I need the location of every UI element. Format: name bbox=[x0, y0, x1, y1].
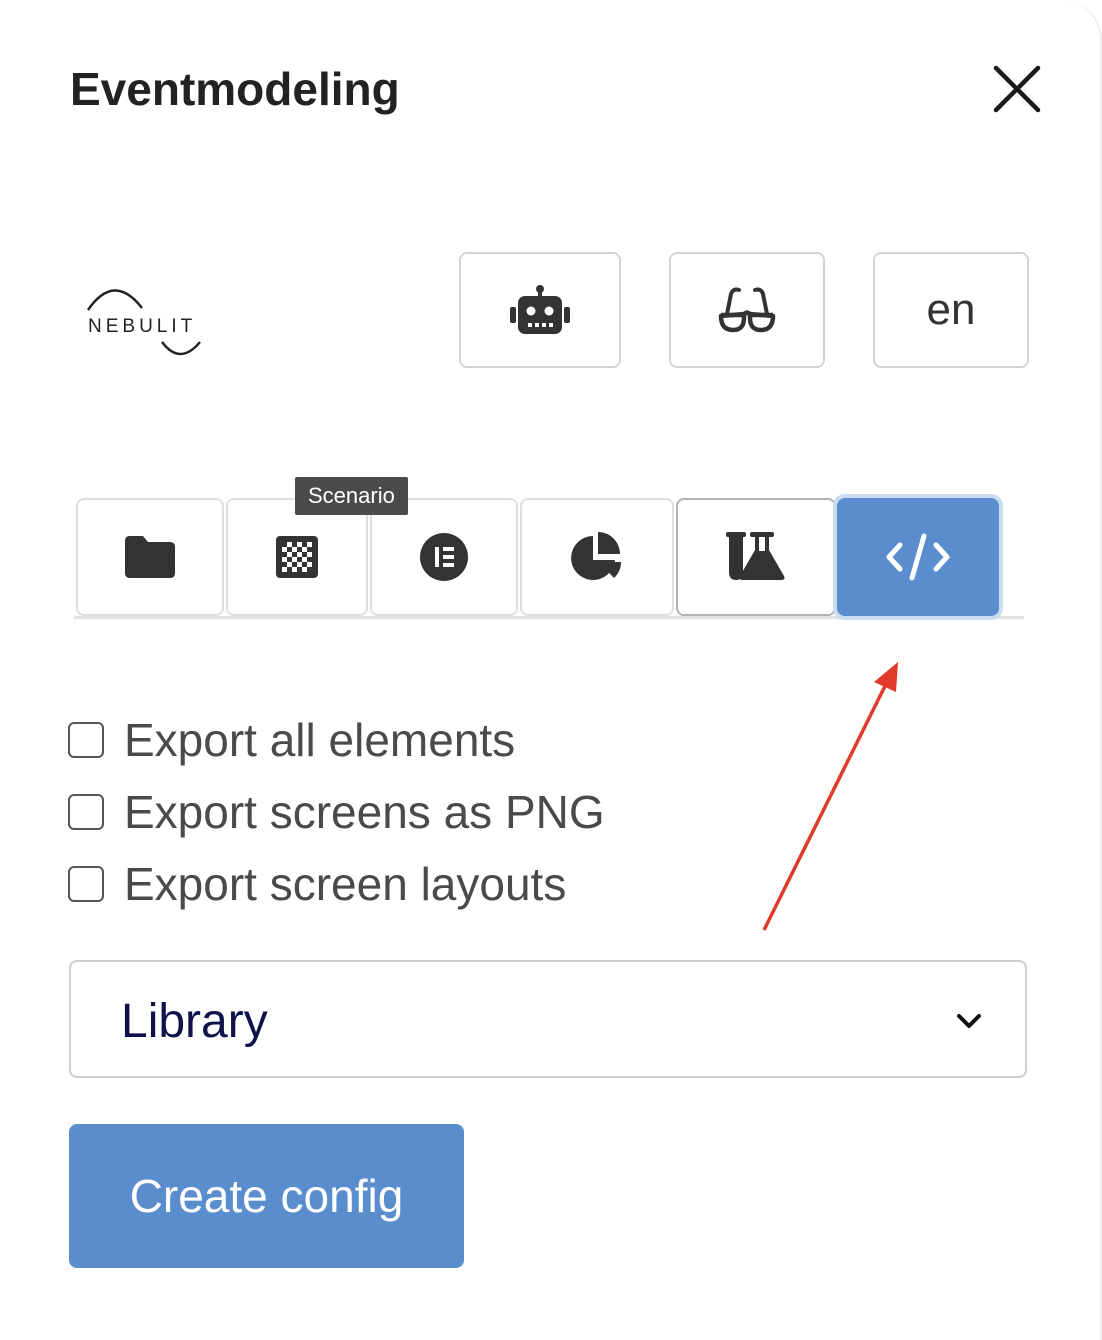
create-config-button[interactable]: Create config bbox=[69, 1124, 464, 1268]
close-icon bbox=[993, 65, 1041, 113]
tab-code-export[interactable] bbox=[837, 498, 999, 616]
language-label: en bbox=[926, 285, 976, 334]
pie-chart-icon bbox=[571, 532, 621, 580]
glasses-icon bbox=[718, 287, 776, 333]
robot-icon bbox=[510, 285, 570, 334]
language-button[interactable]: en bbox=[873, 252, 1029, 368]
checkerboard-icon bbox=[276, 536, 318, 578]
tab-scenario[interactable] bbox=[226, 498, 368, 616]
tab-analytics[interactable] bbox=[520, 498, 674, 616]
export-screens-png-option[interactable]: Export screens as PNG bbox=[68, 785, 605, 839]
export-screens-png-checkbox[interactable] bbox=[68, 794, 104, 830]
chevron-down-icon bbox=[957, 1014, 981, 1028]
export-screens-png-label: Export screens as PNG bbox=[124, 786, 605, 838]
export-all-elements-checkbox[interactable] bbox=[68, 722, 104, 758]
folder-icon bbox=[125, 536, 175, 578]
tab-files[interactable] bbox=[76, 498, 224, 616]
ai-assistant-button[interactable] bbox=[459, 252, 621, 368]
scenario-tooltip: Scenario bbox=[295, 477, 408, 515]
export-screen-layouts-label: Export screen layouts bbox=[124, 858, 567, 910]
nebulit-logo: NEBULIT bbox=[84, 284, 208, 360]
export-screen-layouts-checkbox[interactable] bbox=[68, 866, 104, 902]
panel-title: Eventmodeling bbox=[70, 63, 400, 115]
tabs-underline bbox=[74, 616, 1024, 619]
close-button[interactable] bbox=[992, 64, 1042, 114]
view-mode-button[interactable] bbox=[669, 252, 825, 368]
flask-icon bbox=[726, 532, 785, 580]
export-all-elements-label: Export all elements bbox=[124, 714, 516, 766]
list-circle-icon bbox=[420, 533, 468, 581]
tab-outline[interactable] bbox=[370, 498, 518, 616]
export-type-select[interactable]: Library bbox=[69, 960, 1027, 1078]
export-screen-layouts-option[interactable]: Export screen layouts bbox=[68, 857, 566, 911]
select-value: Library bbox=[121, 995, 268, 1048]
logo-wordmark: NEBULIT bbox=[88, 316, 197, 337]
export-all-elements-option[interactable]: Export all elements bbox=[68, 713, 515, 767]
settings-panel: Eventmodeling NEBULIT en Scenario Export… bbox=[0, 0, 1102, 1340]
tab-tests[interactable] bbox=[676, 498, 836, 616]
code-icon bbox=[886, 533, 950, 581]
